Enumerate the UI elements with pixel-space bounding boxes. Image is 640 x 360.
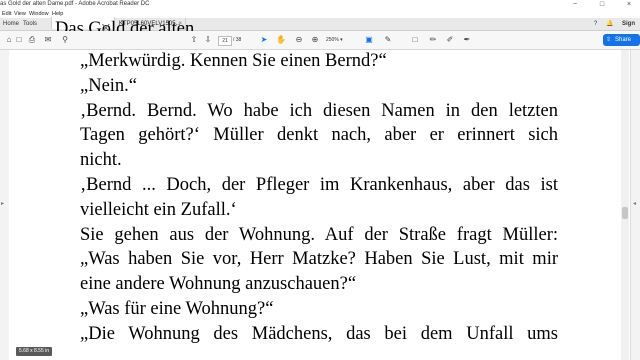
help-icon[interactable]: ? bbox=[594, 18, 597, 30]
search-icon[interactable]: ⚲ bbox=[60, 35, 70, 45]
text-line: ‚Bernd. Bernd. Wo habe ich diesen Namen … bbox=[80, 100, 558, 121]
text-line: eine andere Wohnung anzuschauen?“ bbox=[80, 274, 357, 295]
zoom-out-icon[interactable]: ⊖ bbox=[294, 35, 304, 45]
tab-document-2[interactable]: KTP05L60VELV1505... × bbox=[116, 18, 186, 30]
pdf-page: „Merkwürdig. Kennen Sie einen Bernd?“ „N… bbox=[9, 50, 620, 360]
share-label: Share bbox=[615, 37, 632, 43]
share-icon: ⇧ bbox=[606, 37, 612, 43]
previous-page-icon[interactable]: ⇧ bbox=[189, 35, 199, 45]
tab-home[interactable]: Home bbox=[0, 18, 20, 30]
highlight-icon[interactable]: ✏ bbox=[428, 35, 438, 45]
text-line: Tagen gehört?‘ Müller denkt nach, aber e… bbox=[80, 125, 558, 146]
menu-view[interactable]: View bbox=[14, 11, 26, 17]
text-line: ‚Bernd ... Doch, der Pfleger im Krankenh… bbox=[80, 174, 558, 195]
tab-document-2-label: KTP05L60VELV1505... bbox=[119, 21, 181, 27]
next-page-icon[interactable]: ⇩ bbox=[203, 35, 213, 45]
expand-right-icon[interactable]: ◂ bbox=[633, 200, 636, 207]
scrollbar-thumb[interactable] bbox=[622, 207, 628, 219]
comment-icon[interactable]: ✎ bbox=[383, 35, 393, 45]
tab-tools[interactable]: Tools bbox=[20, 18, 50, 30]
title-bar: as Gold der alten Dame.pdf - Adobe Acrob… bbox=[0, 0, 640, 10]
save-icon[interactable]: □ bbox=[14, 35, 24, 45]
minimize-button[interactable]: − bbox=[568, 0, 582, 9]
page-size-badge: 5.68 x 8.55 in bbox=[16, 347, 53, 356]
select-tool-icon[interactable]: ➤ bbox=[259, 35, 269, 45]
sign-icon[interactable]: ✒ bbox=[462, 35, 472, 45]
text-line: „Nein.“ bbox=[80, 75, 138, 96]
zoom-in-icon[interactable]: ⊕ bbox=[310, 35, 320, 45]
draw-icon[interactable]: ✐ bbox=[445, 35, 455, 45]
tab-home-label: Home bbox=[3, 21, 20, 27]
menu-edit[interactable]: Edit bbox=[2, 11, 11, 17]
maximize-button[interactable]: □ bbox=[595, 0, 609, 9]
vertical-scrollbar[interactable] bbox=[621, 50, 629, 360]
text-line: vielleicht ein Zufall.‘ bbox=[80, 199, 237, 220]
tab-bar: Home Tools Das Gold der alten ... × KTP0… bbox=[0, 17, 640, 39]
window-title: as Gold der alten Dame.pdf - Adobe Acrob… bbox=[0, 1, 150, 7]
add-comment-icon[interactable]: □ bbox=[410, 35, 420, 45]
toolbar: ⌂ □ ⎙ ✉ ⚲ ⇧ ⇩ 21 / 38 ➤ ✋ ⊖ ⊕ 250% ▾ ▣ ✎… bbox=[0, 31, 640, 50]
text-line: nicht. bbox=[80, 150, 122, 171]
zoom-level-select[interactable]: 250% ▾ bbox=[326, 36, 352, 44]
tab-document-1[interactable]: Das Gold der alten ... × bbox=[51, 17, 213, 39]
page-number-input[interactable]: 21 bbox=[218, 36, 232, 46]
text-line: Sie gehen aus der Wohnung. Auf der Straß… bbox=[80, 224, 558, 245]
right-panel-toggle[interactable]: ◂ bbox=[630, 50, 640, 360]
text-line: „Die Wohnung des Mädchens, das bei dem U… bbox=[80, 323, 558, 344]
expand-left-icon[interactable]: ▸ bbox=[1, 200, 4, 207]
print-icon[interactable]: ⎙ bbox=[27, 35, 37, 45]
page-total: / 38 bbox=[233, 37, 242, 43]
notifications-icon[interactable]: 🔔 bbox=[606, 18, 613, 30]
home-icon[interactable]: ⌂ bbox=[4, 35, 14, 45]
text-line: „Merkwürdig. Kennen Sie einen Bernd?“ bbox=[80, 51, 387, 71]
text-line: „Was für eine Wohnung?“ bbox=[80, 298, 274, 319]
close-tab-icon[interactable]: × bbox=[178, 18, 182, 30]
tab-tools-label: Tools bbox=[23, 21, 38, 27]
menu-window[interactable]: Window bbox=[29, 11, 49, 17]
text-line: „Was haben Sie vor, Herr Matzke? Haben S… bbox=[80, 249, 558, 270]
hand-tool-icon[interactable]: ✋ bbox=[276, 35, 286, 45]
close-window-button[interactable]: × bbox=[622, 0, 636, 9]
zoom-level-value: 250% bbox=[326, 37, 339, 43]
share-button[interactable]: ⇧ Share bbox=[603, 34, 640, 46]
document-text: „Merkwürdig. Kennen Sie einen Bernd?“ „N… bbox=[80, 50, 558, 347]
fit-page-icon[interactable]: ▣ bbox=[364, 35, 374, 45]
email-icon[interactable]: ✉ bbox=[43, 35, 53, 45]
